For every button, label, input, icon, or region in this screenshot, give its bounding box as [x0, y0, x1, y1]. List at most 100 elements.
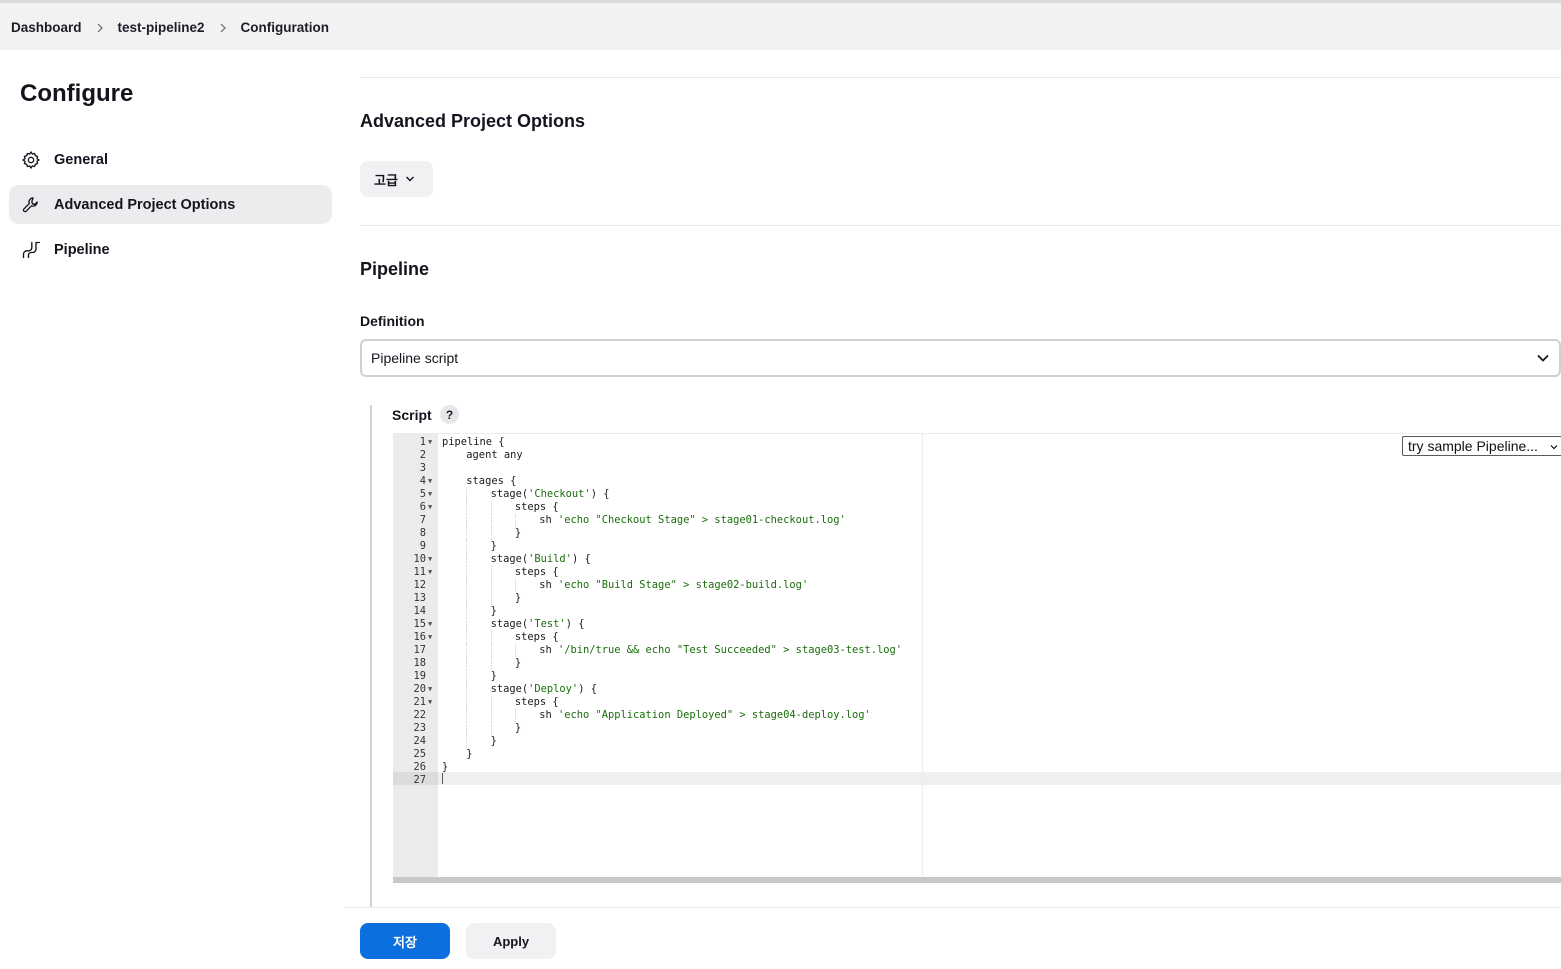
action-bar: 저장 Apply — [345, 908, 1561, 969]
code-text: } — [466, 748, 473, 760]
line-number: 25 — [413, 748, 426, 760]
script-block: Script ? 1 ▼ pipeline {2 agent any 3 4 ▼ stages… — [370, 405, 1561, 908]
sample-pipeline-select[interactable]: try sample Pipeline... — [1402, 436, 1561, 456]
line-number: 18 — [413, 657, 426, 669]
code-text: sh 'echo "Application Deployed" > stage0… — [539, 709, 871, 721]
indent-guide — [466, 631, 468, 644]
code-text: stage('Build') { — [490, 553, 591, 565]
sample-pipeline-select-value: try sample Pipeline... — [1408, 438, 1538, 454]
indent-guide — [490, 579, 492, 592]
line-number: 14 — [413, 605, 426, 617]
line-number: 24 — [413, 735, 426, 747]
line-number: 2 — [419, 449, 426, 461]
line-number: 22 — [413, 709, 426, 721]
line-number: 8 — [419, 527, 426, 539]
line-number: 7 — [419, 514, 426, 526]
gear-icon — [21, 150, 41, 170]
code-string: 'echo "Application Deployed" > stage04-d… — [557, 709, 871, 721]
indent-guide — [466, 735, 468, 748]
code-text: } — [490, 670, 497, 682]
fold-toggle-icon[interactable]: ▼ — [428, 618, 432, 631]
chevron-down-icon — [1537, 354, 1549, 362]
line-number: 12 — [413, 579, 426, 591]
code-text: sh '/bin/true && echo "Test Succeeded" >… — [539, 644, 903, 656]
code-text: steps { — [514, 631, 559, 643]
code-text: pipeline { — [442, 436, 505, 448]
sidebar-item-label: Advanced Project Options — [54, 196, 236, 213]
indent-guide — [466, 540, 468, 553]
code-text: steps { — [514, 566, 559, 578]
indent-guide — [490, 644, 492, 657]
breadcrumb-job[interactable]: test-pipeline2 — [118, 20, 205, 35]
fold-toggle-icon[interactable]: ▼ — [428, 696, 432, 709]
code-text: } — [490, 735, 497, 747]
indent-guide — [514, 514, 516, 527]
indent-guide — [466, 696, 468, 709]
definition-select-value: Pipeline script — [371, 350, 459, 366]
breadcrumb-dashboard[interactable]: Dashboard — [11, 20, 82, 35]
fold-toggle-icon[interactable]: ▼ — [428, 501, 432, 514]
indent-guide — [466, 488, 468, 501]
indent-guide — [490, 527, 492, 540]
line-number: 27 — [413, 774, 426, 786]
definition-label: Definition — [360, 313, 425, 329]
code-text: agent any — [466, 449, 523, 461]
code-text: } — [490, 605, 497, 617]
breadcrumb-bar: Dashboard test-pipeline2 Configuration — [0, 0, 1561, 50]
indent-guide — [490, 631, 492, 644]
sidebar-item-general[interactable]: General — [9, 140, 332, 179]
advanced-toggle-label: 고급 — [374, 172, 398, 188]
line-number: 15 — [413, 618, 426, 630]
fold-toggle-icon[interactable]: ▼ — [428, 553, 432, 566]
indent-guide — [466, 683, 468, 696]
code-text: sh 'echo "Build Stage" > stage02-build.l… — [539, 579, 809, 591]
line-number: 3 — [419, 462, 426, 474]
editor-active-line — [438, 772, 1561, 785]
apply-button[interactable]: Apply — [466, 923, 556, 959]
indent-guide — [490, 657, 492, 670]
advanced-toggle-button[interactable]: 고급 — [360, 161, 433, 197]
indent-guide — [466, 618, 468, 631]
section-title-advanced: Advanced Project Options — [360, 111, 586, 131]
fold-toggle-icon[interactable]: ▼ — [428, 631, 432, 644]
script-editor[interactable]: 1 ▼ pipeline {2 agent any 3 4 ▼ stages {5 ▼ stage… — [393, 433, 1561, 883]
breadcrumb: Dashboard test-pipeline2 Configuration — [11, 20, 329, 35]
script-label: Script — [392, 407, 432, 423]
breadcrumb-configuration[interactable]: Configuration — [241, 20, 329, 35]
code-text: sh 'echo "Checkout Stage" > stage01-chec… — [539, 514, 846, 526]
line-number: 11 — [413, 566, 426, 578]
code-text: } — [514, 722, 522, 734]
indent-guide — [490, 566, 492, 579]
code-string: 'echo "Checkout Stage" > stage01-checkou… — [557, 514, 846, 526]
line-number: 9 — [419, 540, 426, 552]
indent-guide — [490, 514, 492, 527]
definition-select[interactable]: Pipeline script — [360, 339, 1561, 377]
fold-toggle-icon[interactable]: ▼ — [428, 566, 432, 579]
sidebar-item-pipeline[interactable]: Pipeline — [9, 230, 332, 269]
line-number: 19 — [413, 670, 426, 682]
code-string: 'echo "Build Stage" > stage02-build.log' — [557, 579, 809, 591]
code-text: stages { — [466, 475, 517, 487]
indent-guide — [466, 670, 468, 683]
divider — [360, 225, 1561, 226]
sidebar-item-advanced-project-options[interactable]: Advanced Project Options — [9, 185, 332, 224]
indent-guide — [466, 579, 468, 592]
fold-toggle-icon[interactable]: ▼ — [428, 475, 432, 488]
fold-toggle-icon[interactable]: ▼ — [428, 488, 432, 501]
fold-toggle-icon[interactable]: ▼ — [428, 683, 432, 696]
indent-guide — [514, 644, 516, 657]
fold-toggle-icon[interactable]: ▼ — [428, 436, 432, 449]
indent-guide — [466, 657, 468, 670]
save-button[interactable]: 저장 — [360, 923, 450, 959]
indent-guide — [466, 501, 468, 514]
text-cursor — [442, 773, 443, 784]
section-title-pipeline: Pipeline — [360, 259, 430, 279]
chevron-right-icon — [218, 23, 228, 33]
divider — [360, 77, 1561, 78]
line-number: 17 — [413, 644, 426, 656]
code-string: 'Deploy' — [528, 683, 579, 695]
code-string: 'Checkout' — [528, 488, 591, 500]
indent-guide — [466, 709, 468, 722]
indent-guide — [490, 722, 492, 735]
help-icon[interactable]: ? — [440, 405, 459, 424]
